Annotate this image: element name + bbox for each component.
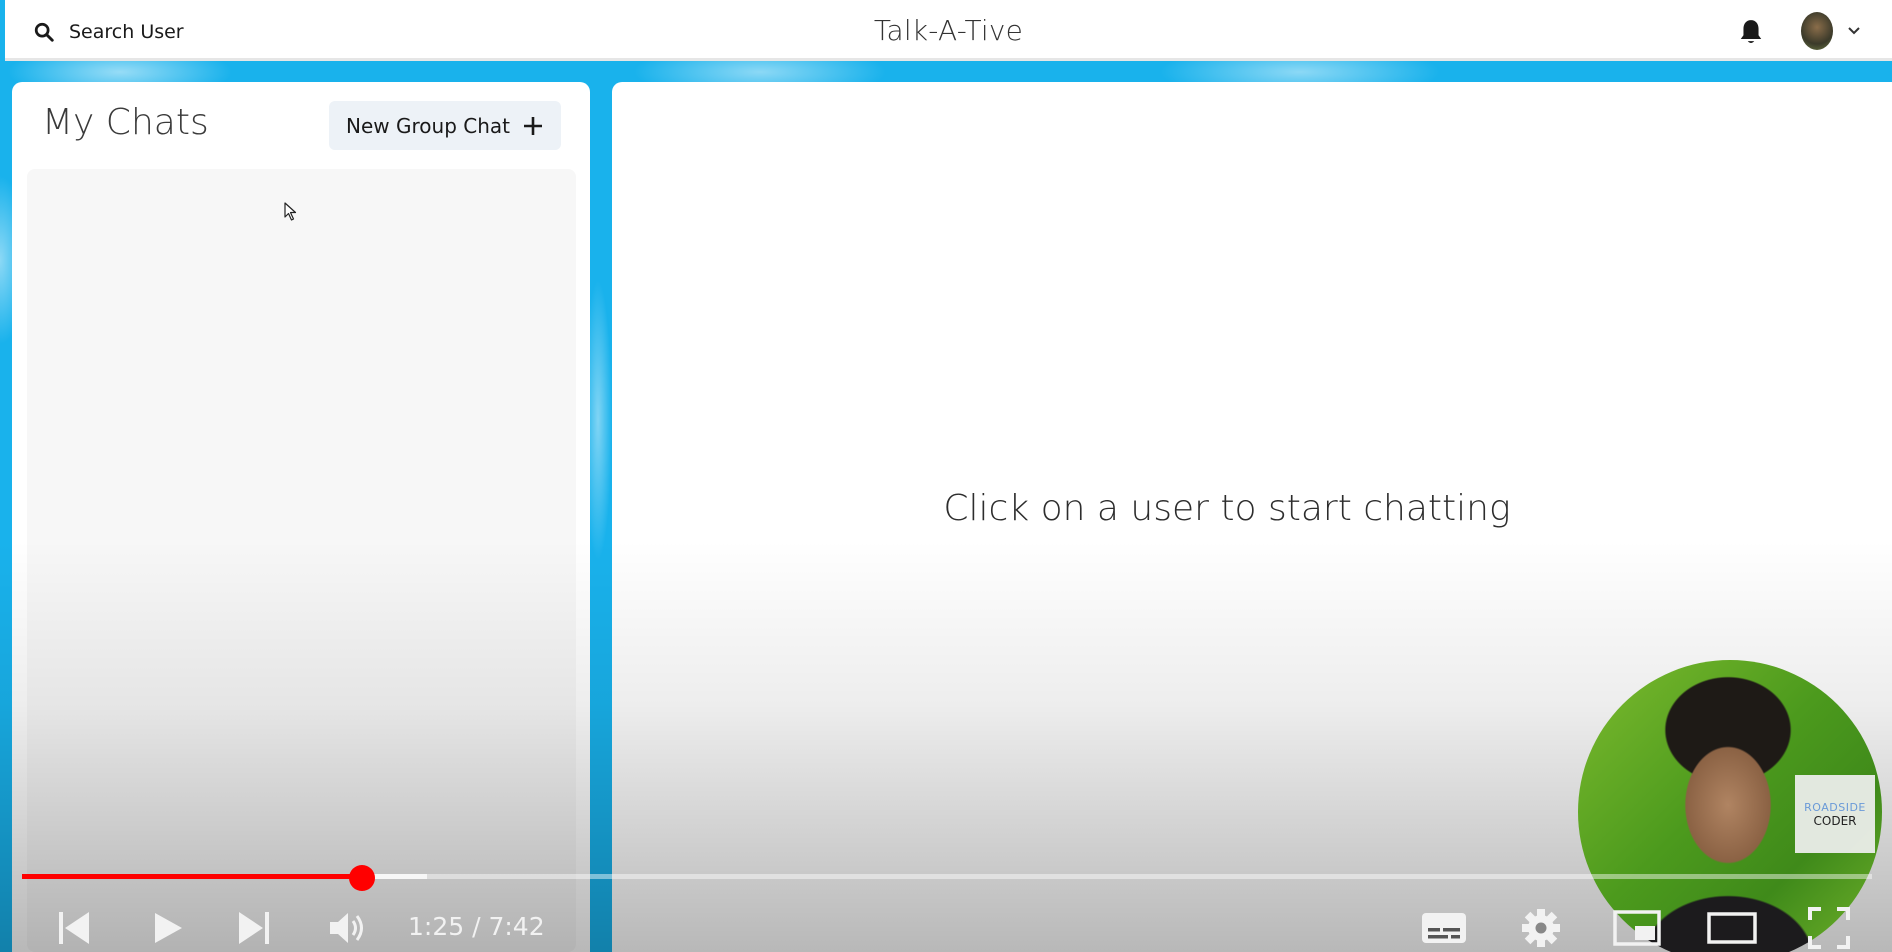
channel-logo: ROADSIDE CODER (1795, 775, 1875, 853)
play-button[interactable] (146, 904, 190, 952)
avatar[interactable] (1801, 12, 1833, 50)
settings-button[interactable] (1518, 904, 1564, 952)
next-icon (239, 912, 269, 944)
next-button[interactable] (232, 904, 276, 952)
subtitles-button[interactable] (1420, 904, 1468, 952)
previous-button[interactable] (52, 904, 96, 952)
channel-logo-top: ROADSIDE (1804, 800, 1866, 814)
miniplayer-button[interactable] (1612, 904, 1662, 952)
subtitles-icon (1422, 913, 1466, 943)
my-chats-title: My Chats (42, 102, 209, 143)
fullscreen-button[interactable] (1806, 904, 1852, 952)
mouse-cursor-icon (284, 202, 297, 221)
chevron-down-icon[interactable] (1847, 24, 1861, 38)
theater-mode-button[interactable] (1706, 904, 1758, 952)
empty-chat-message: Click on a user to start chatting (943, 488, 1511, 529)
progress-played (22, 874, 363, 879)
chat-list[interactable] (27, 169, 576, 952)
settings-icon (1522, 909, 1560, 947)
app-title: Talk-A-Tive (873, 14, 1024, 47)
theater-icon (1707, 912, 1757, 944)
video-progress-bar[interactable] (22, 865, 1872, 891)
time-display: 1:25 / 7:42 (408, 912, 545, 941)
new-group-chat-label: New Group Chat (346, 113, 510, 138)
fullscreen-icon (1808, 907, 1850, 949)
my-chats-panel: My Chats New Group Chat (12, 82, 590, 952)
new-group-chat-button[interactable]: New Group Chat (329, 101, 561, 150)
miniplayer-icon (1613, 910, 1661, 946)
bell-icon[interactable] (1738, 18, 1764, 46)
previous-icon (59, 912, 89, 944)
volume-icon (330, 913, 363, 943)
volume-button[interactable] (326, 904, 370, 952)
top-header: Search User Talk-A-Tive (5, 0, 1892, 61)
channel-logo-bottom: CODER (1813, 813, 1857, 828)
plus-icon (523, 116, 542, 135)
play-icon (155, 913, 182, 943)
